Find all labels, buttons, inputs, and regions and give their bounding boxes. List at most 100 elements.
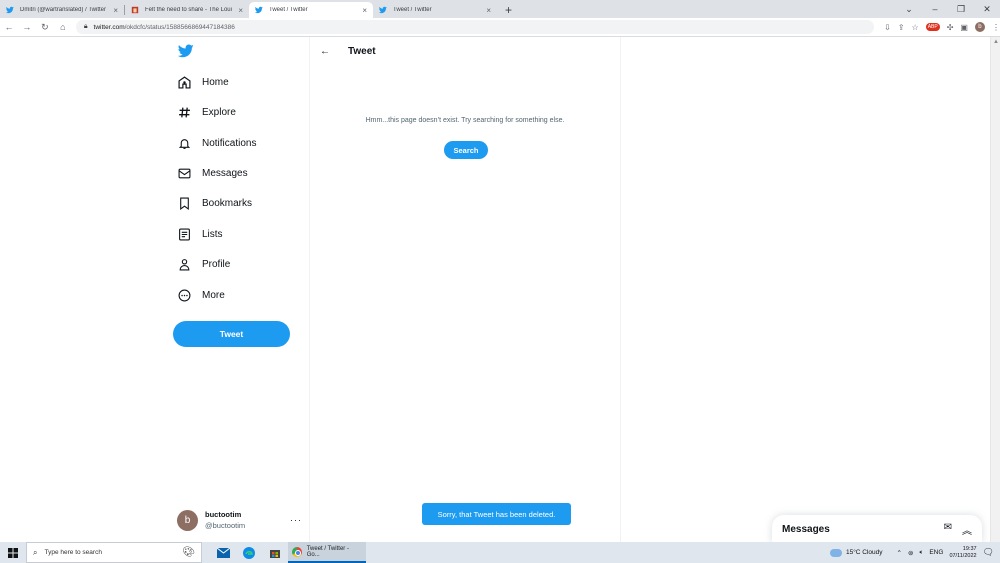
taskbar-apps: Tweet / Twitter - Go... [210, 542, 366, 563]
tab-title: Felt the need to share - The Loui [145, 7, 232, 13]
list-icon [177, 227, 191, 241]
sidebar-item-label: Profile [202, 258, 231, 270]
language-indicator[interactable]: ENG [929, 549, 943, 556]
tab-close-icon[interactable]: × [113, 6, 118, 15]
sidebar-item-label: Lists [202, 228, 223, 240]
share-icon[interactable]: ⇪ [898, 23, 905, 32]
tray-chevron-icon[interactable]: ⌃ [897, 549, 902, 557]
envelope-icon [177, 166, 191, 180]
more-dots-icon[interactable]: ··· [290, 515, 302, 525]
account-name: buctootim [205, 510, 242, 519]
browser-tabstrip: Dmitri (@wartranslated) / Twitter × Felt… [0, 0, 1000, 18]
system-tray: 15°C Cloudy ⌃ ⊚ 🔈︎ ENG 19:37 07/11/2022 … [829, 542, 1000, 563]
site-favicon-icon [131, 6, 139, 14]
sidebar-item-bookmarks[interactable]: Bookmarks [177, 192, 252, 214]
sidebar-item-label: Messages [202, 167, 248, 179]
deleted-toast: Sorry, that Tweet has been deleted. [422, 503, 571, 525]
main-column: ← Tweet Hmm...this page doesn’t exist. T… [309, 37, 621, 542]
twitter-bird-icon [6, 6, 14, 14]
windows-taskbar: ⌕ Type here to search 🎨︎ Tweet / Twitter… [0, 542, 1000, 563]
sidebar-item-profile[interactable]: Profile [177, 253, 230, 275]
tab-close-icon[interactable]: × [362, 6, 367, 15]
browser-tab-4[interactable]: Tweet / Twitter × [373, 2, 497, 18]
chrome-icon [292, 546, 302, 557]
forward-icon[interactable]: → [18, 22, 36, 32]
maximize-button[interactable]: ❐ [948, 4, 974, 15]
clock-time: 19:37 [962, 545, 977, 552]
url-host: twitter.com [93, 23, 125, 31]
new-message-icon[interactable]: ✉ [944, 522, 952, 537]
home-icon [177, 75, 191, 89]
page-scrollbar[interactable]: ▲ [990, 37, 1000, 542]
url-path: /okdcfc/status/1588566869447184386 [124, 23, 235, 31]
sidebar-item-more[interactable]: More [177, 284, 225, 306]
new-tab-button[interactable]: + [505, 3, 512, 17]
tab-search-icon[interactable]: ⌄ [896, 4, 922, 15]
star-icon[interactable]: ☆ [912, 23, 919, 32]
onedrive-icon[interactable]: ⊚ [908, 549, 913, 557]
profile-avatar[interactable]: b [974, 22, 985, 32]
tweet-button[interactable]: Tweet [173, 321, 290, 347]
left-sidebar: Home Explore Notifications Messages Book… [165, 37, 309, 542]
windows-start-icon[interactable] [0, 547, 26, 558]
lock-icon[interactable]: 🔒︎ [84, 23, 88, 31]
home-browser-icon[interactable]: ⌂ [54, 22, 72, 32]
account-switcher[interactable]: b buctootim @buctootim ··· [177, 507, 302, 533]
sidepanel-icon[interactable]: ▣ [960, 23, 968, 32]
tab-close-icon[interactable]: × [238, 6, 243, 15]
more-circle-icon [177, 288, 191, 302]
browser-toolbar: ← → ↻ ⌂ 🔒︎ twitter.com /okdcfc/status/15… [0, 18, 1000, 37]
sidebar-item-home[interactable]: Home [177, 71, 229, 93]
sidebar-item-label: Home [202, 76, 229, 88]
twitter-logo-icon[interactable] [177, 43, 195, 59]
back-icon[interactable]: ← [0, 22, 18, 32]
tab-title: Tweet / Twitter [393, 7, 432, 13]
taskbar-search-placeholder: Type here to search [44, 549, 102, 556]
browser-tab-1[interactable]: Dmitri (@wartranslated) / Twitter × [0, 2, 124, 18]
bell-icon [177, 136, 191, 150]
messages-drawer-actions: ✉ ︽ [944, 522, 972, 537]
tab-title: Dmitri (@wartranslated) / Twitter [20, 7, 106, 13]
close-window-button[interactable]: ✕ [974, 4, 1000, 15]
empty-state-message: Hmm...this page doesn’t exist. Try searc… [365, 117, 565, 124]
browser-tab-2[interactable]: Felt the need to share - The Loui × [125, 2, 249, 18]
expand-up-icon[interactable]: ︽ [962, 522, 972, 537]
messages-drawer[interactable]: Messages ✉ ︽ [772, 515, 982, 543]
scroll-up-icon[interactable]: ▲ [993, 39, 999, 47]
volume-icon[interactable]: 🔈︎ [919, 549, 923, 557]
mail-app-icon[interactable] [210, 542, 236, 563]
sidebar-item-lists[interactable]: Lists [177, 223, 223, 245]
minimize-button[interactable]: – [922, 4, 948, 14]
hashtag-icon [177, 105, 191, 119]
person-icon [177, 257, 191, 271]
twitter-bird-icon [379, 6, 387, 14]
system-clock[interactable]: 19:37 07/11/2022 [949, 546, 976, 560]
sidebar-item-label: Bookmarks [202, 197, 253, 209]
extensions-icon[interactable]: ✣ [947, 23, 954, 32]
browser-tab-3-active[interactable]: Tweet / Twitter × [249, 2, 373, 18]
address-bar[interactable]: 🔒︎ twitter.com /okdcfc/status/1588566869… [75, 20, 875, 34]
search-highlight-icon: 🎨︎ [182, 547, 195, 558]
store-app-icon[interactable] [262, 542, 288, 563]
menu-kebab-icon[interactable]: ⋮ [992, 23, 1000, 32]
sidebar-item-label: Explore [202, 106, 236, 118]
tab-close-icon[interactable]: × [486, 6, 491, 15]
reload-icon[interactable]: ↻ [36, 22, 54, 33]
sidebar-item-messages[interactable]: Messages [177, 162, 248, 184]
sidebar-item-explore[interactable]: Explore [177, 101, 236, 123]
adblock-icon[interactable]: ABP [925, 23, 940, 31]
main-header: ← Tweet [320, 43, 376, 59]
bookmark-icon [177, 196, 191, 210]
install-icon[interactable]: ⇩ [884, 23, 891, 32]
sidebar-item-notifications[interactable]: Notifications [177, 132, 256, 154]
cloud-icon [829, 548, 842, 557]
back-arrow-icon[interactable]: ← [320, 46, 330, 57]
chrome-taskbar-button[interactable]: Tweet / Twitter - Go... [288, 542, 366, 563]
edge-browser-icon[interactable] [236, 542, 262, 563]
chrome-taskbar-title: Tweet / Twitter - Go... [306, 545, 349, 558]
notification-center-icon[interactable]: 🗨︎ [983, 547, 994, 558]
twitter-bird-icon [255, 6, 263, 14]
weather-widget[interactable]: 15°C Cloudy [829, 548, 883, 557]
search-button[interactable]: Search [444, 141, 488, 159]
taskbar-search[interactable]: ⌕ Type here to search 🎨︎ [26, 542, 202, 563]
